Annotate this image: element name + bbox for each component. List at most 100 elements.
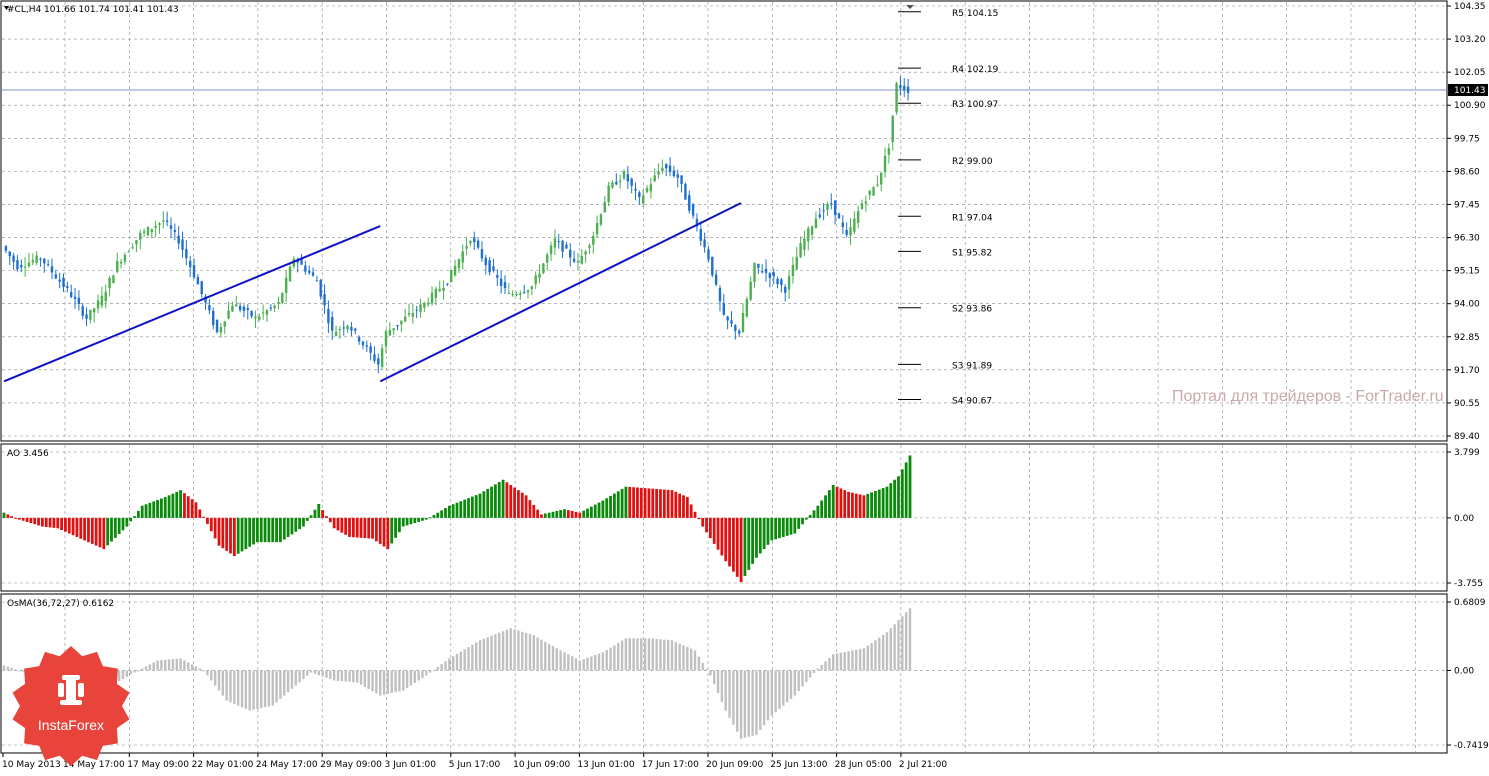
ao-bar xyxy=(2,512,6,518)
osma-bar xyxy=(213,670,217,686)
candle-body xyxy=(165,220,169,222)
candle-body xyxy=(242,306,246,311)
candle-body xyxy=(703,239,706,248)
osma-bar xyxy=(271,670,274,706)
candle-body xyxy=(235,304,238,307)
candle-body xyxy=(530,286,534,290)
ao-bar xyxy=(877,489,881,518)
price-tick-label: 104.35 xyxy=(1454,2,1486,12)
candle-body xyxy=(219,327,223,333)
ao-bar xyxy=(198,509,202,518)
ao-bar xyxy=(467,498,470,518)
ao-bar xyxy=(367,517,371,539)
ao-bar xyxy=(48,517,52,528)
ao-bar xyxy=(755,517,758,558)
trading-chart[interactable]: 104.35 103.20 102.05 100.90 99.75 98.60 97.45 9… xyxy=(0,0,1489,773)
osma-bar xyxy=(355,670,359,683)
ao-bar xyxy=(451,504,455,518)
candle-body xyxy=(108,278,111,289)
price-tick-label: 89.40 xyxy=(1454,432,1480,442)
pivot-level-label: S3 91.89 xyxy=(952,361,992,371)
osma-bar xyxy=(609,647,612,671)
osma-bar xyxy=(509,628,512,671)
candle-body xyxy=(791,264,795,277)
price-tick-label: 99.75 xyxy=(1454,134,1480,144)
candle-body xyxy=(427,302,430,305)
ao-bar xyxy=(14,517,17,519)
candle-body xyxy=(112,275,115,284)
time-axis-label: 20 Jun 09:00 xyxy=(706,760,763,770)
osma-bar xyxy=(290,670,294,689)
chart-canvas[interactable]: 104.35 103.20 102.05 100.90 99.75 98.60 97.45 9… xyxy=(0,0,1489,773)
candle-body xyxy=(12,255,15,262)
osma-bar xyxy=(394,670,397,693)
candle-body xyxy=(891,115,894,143)
candle-body xyxy=(837,213,841,219)
ao-bar xyxy=(328,517,332,523)
candle-body xyxy=(657,171,660,175)
ao-bar xyxy=(267,517,271,543)
osma-bar xyxy=(908,608,912,671)
ao-bar xyxy=(190,499,194,518)
osma-bar xyxy=(885,632,889,671)
ao-bar xyxy=(259,517,263,543)
osma-bar xyxy=(824,661,827,671)
ao-bar xyxy=(10,516,14,518)
candle-body xyxy=(519,293,522,295)
candle-body xyxy=(288,266,292,282)
candle-body xyxy=(588,245,591,248)
candle-body xyxy=(46,264,50,266)
candle-body xyxy=(162,220,165,222)
price-tick-label: 98.60 xyxy=(1454,167,1480,177)
ao-bar xyxy=(678,493,682,518)
osma-bar xyxy=(889,628,893,671)
osma-bar xyxy=(455,653,459,671)
osma-bar xyxy=(260,670,263,709)
price-tick-label: 102.05 xyxy=(1454,68,1486,78)
candle-body xyxy=(565,244,568,249)
candle-body xyxy=(841,222,845,227)
candle-body xyxy=(868,190,871,196)
osma-bar xyxy=(617,642,620,671)
candle-body xyxy=(396,325,399,327)
osma-bar xyxy=(344,670,347,682)
osma-bar xyxy=(901,616,904,671)
candle-body xyxy=(784,286,787,293)
ao-bar xyxy=(298,517,302,530)
ao-bar xyxy=(40,517,44,527)
candle-body xyxy=(177,235,180,244)
ao-bar xyxy=(620,488,624,518)
candle-body xyxy=(77,297,81,304)
ao-bar xyxy=(71,517,75,536)
ao-bar xyxy=(781,517,785,537)
ao-bar xyxy=(827,490,831,518)
osma-bar xyxy=(2,665,6,671)
candle-body xyxy=(542,263,545,273)
candle-body xyxy=(895,83,898,113)
ao-bar xyxy=(463,499,467,518)
candle-body xyxy=(772,272,775,277)
osma-bar xyxy=(329,670,332,680)
osma-bar xyxy=(532,635,535,671)
osma-bar xyxy=(578,660,582,671)
price-tick-label: 96.30 xyxy=(1454,234,1480,244)
osma-bar xyxy=(743,670,747,738)
osma-bar xyxy=(655,638,658,671)
ao-bar xyxy=(751,517,755,564)
ao-bar xyxy=(858,494,862,518)
osma-bar xyxy=(302,670,305,679)
osma-tick-label: 0.6809 xyxy=(1454,598,1486,608)
candle-body xyxy=(261,312,265,314)
osma-bar xyxy=(263,670,267,708)
osma-bar xyxy=(839,652,843,671)
osma-bar xyxy=(816,668,820,671)
candle-body xyxy=(665,164,668,169)
candle-body xyxy=(39,258,42,260)
ao-bar xyxy=(90,517,94,544)
ao-bar xyxy=(87,517,90,543)
ao-bar xyxy=(436,512,440,518)
osma-bar xyxy=(513,629,516,671)
candle-body xyxy=(346,325,349,330)
pivot-level-label: R4 102.19 xyxy=(952,65,999,75)
candle-body xyxy=(730,320,733,324)
